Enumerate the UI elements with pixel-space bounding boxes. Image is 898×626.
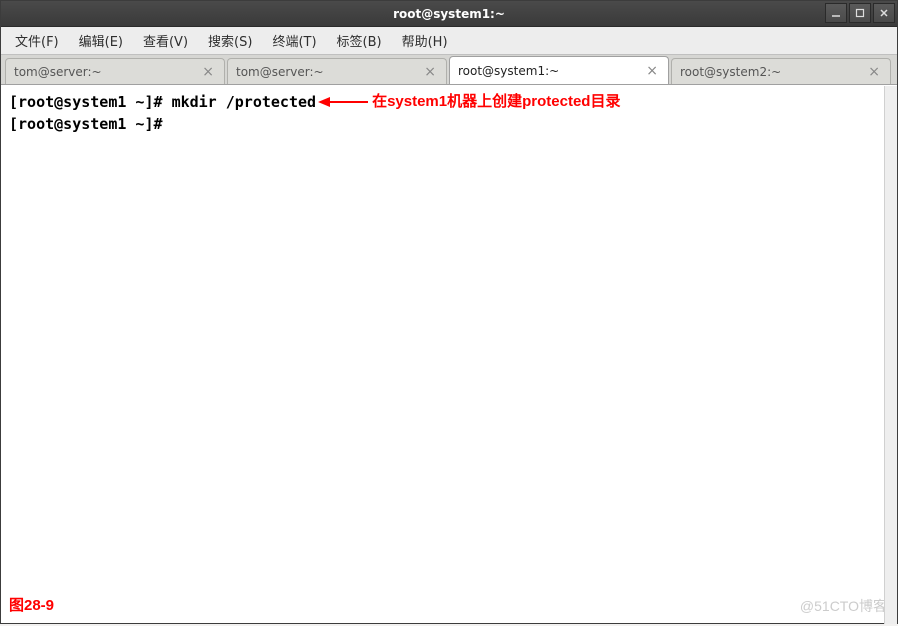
window-title: root@system1:~ bbox=[393, 7, 505, 21]
tab-item-active[interactable]: root@system1:~ × bbox=[449, 56, 669, 84]
terminal-body[interactable]: [root@system1 ~]# mkdir /protected 在syst… bbox=[1, 85, 897, 623]
minimize-button[interactable] bbox=[825, 3, 847, 23]
watermark: @51CTO博客 bbox=[800, 595, 887, 617]
menu-terminal[interactable]: 终端(T) bbox=[262, 27, 326, 54]
tab-close-icon[interactable]: × bbox=[200, 64, 216, 80]
close-icon bbox=[879, 8, 889, 18]
arrow-left-icon bbox=[318, 94, 368, 110]
tab-label: tom@server:~ bbox=[236, 65, 324, 79]
menu-edit[interactable]: 编辑(E) bbox=[69, 27, 133, 54]
terminal-window: root@system1:~ 文件(F) 编辑(E) 查看(V) 搜索(S) 终… bbox=[0, 0, 898, 624]
tabbar: tom@server:~ × tom@server:~ × root@syste… bbox=[1, 55, 897, 85]
tab-label: root@system2:~ bbox=[680, 65, 781, 79]
tab-label: tom@server:~ bbox=[14, 65, 102, 79]
tab-item[interactable]: root@system2:~ × bbox=[671, 58, 891, 84]
maximize-icon bbox=[855, 8, 865, 18]
menu-tabs[interactable]: 标签(B) bbox=[327, 27, 392, 54]
prompt: [root@system1 ~]# bbox=[9, 113, 172, 135]
menu-file[interactable]: 文件(F) bbox=[5, 27, 69, 54]
tab-item[interactable]: tom@server:~ × bbox=[5, 58, 225, 84]
terminal-line: [root@system1 ~]# bbox=[9, 113, 889, 135]
menu-help[interactable]: 帮助(H) bbox=[392, 27, 458, 54]
tab-close-icon[interactable]: × bbox=[644, 63, 660, 79]
close-button[interactable] bbox=[873, 3, 895, 23]
tab-item[interactable]: tom@server:~ × bbox=[227, 58, 447, 84]
window-controls bbox=[825, 3, 895, 23]
annotation: 在system1机器上创建protected目录 bbox=[316, 91, 620, 113]
menu-search[interactable]: 搜索(S) bbox=[198, 27, 262, 54]
figure-label: 图28-9 bbox=[9, 595, 54, 617]
tab-label: root@system1:~ bbox=[458, 64, 559, 78]
titlebar: root@system1:~ bbox=[1, 1, 897, 27]
minimize-icon bbox=[831, 8, 841, 18]
menubar: 文件(F) 编辑(E) 查看(V) 搜索(S) 终端(T) 标签(B) 帮助(H… bbox=[1, 27, 897, 55]
annotation-text: 在system1机器上创建protected目录 bbox=[372, 91, 620, 113]
menu-view[interactable]: 查看(V) bbox=[133, 27, 198, 54]
terminal-line: [root@system1 ~]# mkdir /protected 在syst… bbox=[9, 91, 889, 113]
prompt: [root@system1 ~]# bbox=[9, 91, 172, 113]
vertical-scrollbar[interactable] bbox=[884, 86, 897, 624]
maximize-button[interactable] bbox=[849, 3, 871, 23]
tab-close-icon[interactable]: × bbox=[422, 64, 438, 80]
command: mkdir /protected bbox=[172, 91, 317, 113]
tab-close-icon[interactable]: × bbox=[866, 64, 882, 80]
